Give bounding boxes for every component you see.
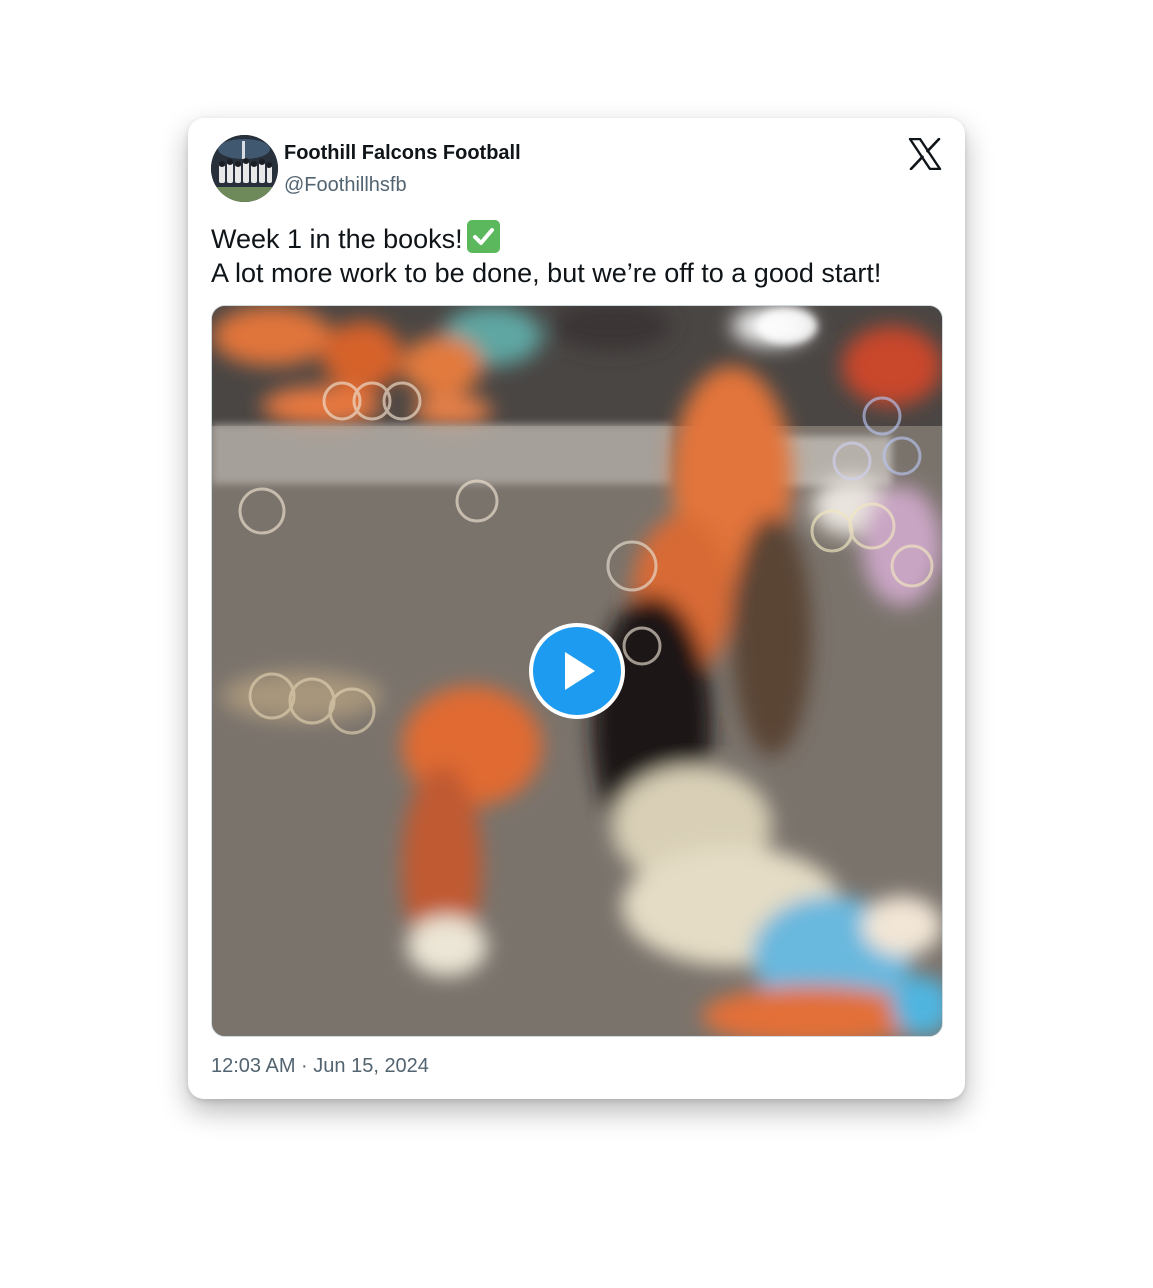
author-name[interactable]: Foothill Falcons Football [284,142,521,165]
tweet-timestamp[interactable]: 12:03 AM · Jun 15, 2024 [211,1055,429,1078]
tweet-text-line-1: Week 1 in the books! [211,220,941,256]
avatar[interactable] [211,135,278,202]
video-thumbnail[interactable] [211,305,943,1037]
play-button[interactable] [529,623,625,719]
play-icon [565,652,595,690]
author-handle[interactable]: @Foothillhsfb [284,174,407,197]
tweet-text-line-1-text: Week 1 in the books! [211,224,463,254]
x-logo-icon[interactable] [908,137,942,171]
tweet-text: Week 1 in the books! A lot more work to … [211,220,941,290]
check-mark-button-icon [466,220,500,253]
tweet-text-line-2: A lot more work to be done, but we’re of… [211,258,882,288]
tweet-card: Foothill Falcons Football @Foothillhsfb … [188,118,965,1099]
